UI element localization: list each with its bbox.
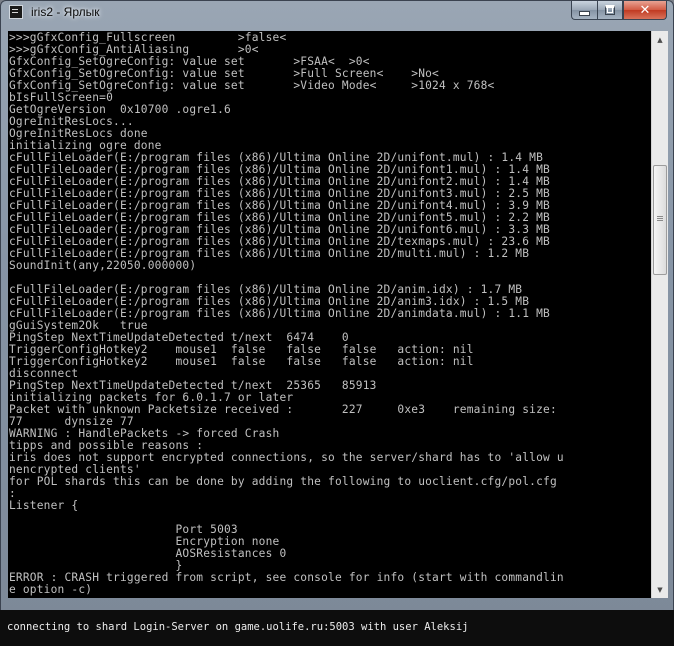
close-button[interactable]: ✕ [623, 1, 667, 20]
console-output[interactable]: >>>gGfxConfig_Fullscreen >false< >>>gGfxC… [8, 31, 651, 598]
caption-buttons: ✕ [571, 1, 667, 21]
console-line: ERROR : CRASH triggered from script, see… [9, 571, 564, 584]
console-text: >>>gGfxConfig_Fullscreen >false< >>>gGfxC… [8, 31, 651, 596]
scroll-up-button[interactable]: ▲ [652, 31, 668, 48]
scroll-thumb[interactable] [653, 165, 667, 275]
console-line: e option -c) [9, 583, 93, 596]
close-icon: ✕ [639, 2, 651, 18]
minimize-icon [579, 11, 590, 16]
scroll-down-button[interactable]: ▼ [652, 581, 668, 598]
maximize-icon [605, 5, 615, 15]
console-app-icon[interactable] [9, 5, 23, 19]
title-bar[interactable]: iris2 - Ярлык ✕ [1, 1, 673, 25]
console-window: iris2 - Ярлык ✕ >>>gGfxConfig_Fullscreen… [0, 0, 674, 646]
console-line: TriggerConfigHotkey2 mouse1 false false … [9, 355, 474, 368]
window-title: iris2 - Ярлык [31, 5, 100, 19]
maximize-button[interactable] [597, 1, 623, 20]
minimize-button[interactable] [571, 1, 597, 20]
game-status-bar: connecting to shard Login-Server on game… [0, 610, 674, 646]
arrow-up-icon: ▲ [657, 35, 663, 44]
console-line: Listener { [9, 499, 79, 512]
arrow-down-icon: ▼ [657, 585, 663, 594]
console-line: : [9, 487, 16, 500]
console-line: SoundInit(any,22050.000000) [9, 259, 197, 272]
connection-status-text: connecting to shard Login-Server on game… [2, 618, 469, 636]
console-line: for POL shards this can be done by addin… [9, 475, 557, 488]
vertical-scrollbar[interactable]: ▲ ▼ [651, 31, 668, 598]
